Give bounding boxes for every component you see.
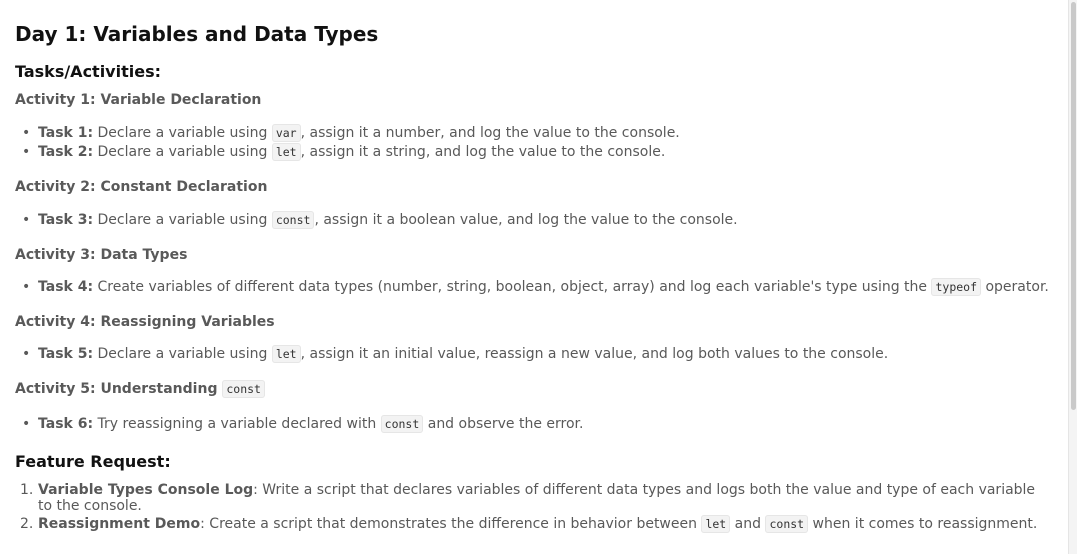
inline-code: typeof [931, 278, 982, 296]
task-label: Task 4: [38, 279, 94, 295]
task-label: Task 5: [38, 346, 94, 362]
activity-3-heading: Activity 3: Data Types [15, 247, 188, 263]
list-item-feature-2: 2. Reassignment Demo: Create a script th… [20, 515, 1038, 533]
list-number: 1. [20, 482, 34, 498]
feature-label: Reassignment Demo [38, 516, 201, 532]
bullet-icon: • [22, 346, 31, 362]
inline-code: let [271, 345, 301, 363]
list-item-task-1: • Task 1: Declare a variable using var, … [22, 124, 680, 142]
activity-1-heading: Activity 1: Variable Declaration [15, 92, 262, 108]
inline-code: const [765, 515, 809, 533]
inline-code: var [271, 124, 301, 142]
page: Day 1: Variables and Data Types Tasks/Ac… [0, 0, 1077, 554]
inline-code: let [271, 143, 301, 161]
list-item-task-5: • Task 5: Declare a variable using let, … [22, 345, 889, 363]
bullet-icon: • [22, 212, 31, 228]
inline-code: let [701, 515, 731, 533]
feature-request-heading: Feature Request: [15, 452, 171, 471]
vertical-scrollbar[interactable] [1068, 0, 1077, 554]
list-item-task-3: • Task 3: Declare a variable using const… [22, 211, 738, 229]
task-label: Task 3: [38, 212, 94, 228]
bullet-icon: • [22, 279, 31, 295]
activity-4-heading: Activity 4: Reassigning Variables [15, 314, 275, 330]
feature-label: Variable Types Console Log [38, 482, 254, 498]
activity-2-heading: Activity 2: Constant Declaration [15, 179, 268, 195]
scrollbar-thumb[interactable] [1071, 2, 1076, 410]
list-item-task-4: • Task 4: Create variables of different … [22, 278, 1049, 296]
task-label: Task 2: [38, 144, 94, 160]
bullet-icon: • [22, 144, 31, 160]
task-label: Task 6: [38, 416, 94, 432]
bullet-icon: • [22, 125, 31, 141]
task-label: Task 1: [38, 125, 94, 141]
activity-5-heading: Activity 5: Understanding const [15, 380, 265, 398]
list-item-feature-1: 1. Variable Types Console Log: Write a s… [20, 482, 1036, 514]
inline-code: const [271, 211, 315, 229]
list-number: 2. [20, 516, 34, 532]
inline-code: const [380, 415, 424, 433]
inline-code: const [222, 380, 265, 398]
page-title: Day 1: Variables and Data Types [15, 22, 379, 46]
list-item-task-2: • Task 2: Declare a variable using let, … [22, 143, 666, 161]
tasks-heading: Tasks/Activities: [15, 62, 161, 81]
list-item-task-6: • Task 6: Try reassigning a variable dec… [22, 415, 584, 433]
bullet-icon: • [22, 416, 31, 432]
